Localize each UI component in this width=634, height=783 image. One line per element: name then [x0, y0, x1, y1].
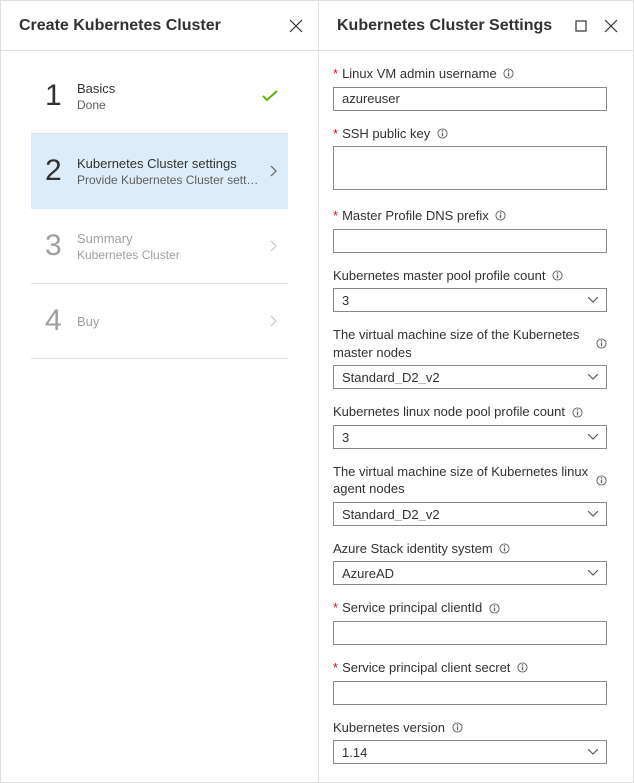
ssh-key-input[interactable] — [333, 146, 607, 190]
step-number: 4 — [45, 304, 77, 338]
settings-form: * Linux VM admin username * SSH public k… — [319, 51, 633, 778]
field-label: SSH public key — [342, 125, 430, 143]
info-icon[interactable] — [503, 68, 515, 80]
identity-select[interactable]: AzureAD — [333, 561, 607, 585]
info-icon[interactable] — [488, 602, 500, 614]
right-header-icons — [573, 18, 619, 34]
step-cluster-settings[interactable]: 2 Kubernetes Cluster settings Provide Ku… — [31, 134, 288, 209]
step-basics[interactable]: 1 Basics Done — [31, 59, 288, 134]
info-icon[interactable] — [436, 127, 448, 139]
k8s-version-select[interactable]: 1.14 — [333, 740, 607, 764]
info-icon[interactable] — [451, 721, 463, 733]
left-header-icons — [288, 18, 304, 34]
step-text: Kubernetes Cluster settings Provide Kube… — [77, 156, 260, 187]
field-label: The virtual machine size of the Kubernet… — [333, 326, 590, 361]
info-icon[interactable] — [596, 338, 607, 350]
step-title: Basics — [77, 81, 260, 96]
field-master-count: Kubernetes master pool profile count 3 — [333, 267, 607, 313]
required-marker: * — [333, 599, 338, 617]
step-number: 3 — [45, 229, 77, 263]
field-label: The virtual machine size of Kubernetes l… — [333, 463, 590, 498]
field-label: Kubernetes version — [333, 719, 445, 737]
step-number: 2 — [45, 154, 77, 188]
chevron-right-icon — [260, 240, 278, 252]
step-text: Buy — [77, 314, 260, 329]
sp-secret-input[interactable] — [333, 681, 607, 705]
field-label: Kubernetes master pool profile count — [333, 267, 545, 285]
chevron-right-icon — [260, 315, 278, 327]
master-size-select[interactable]: Standard_D2_v2 — [333, 365, 607, 389]
chevron-right-icon — [260, 165, 278, 177]
required-marker: * — [333, 659, 338, 677]
step-text: Summary Kubernetes Cluster — [77, 231, 260, 262]
field-label: Service principal clientId — [342, 599, 482, 617]
info-icon[interactable] — [571, 406, 583, 418]
field-k8s-version: Kubernetes version 1.14 — [333, 719, 607, 765]
field-label: Service principal client secret — [342, 659, 510, 677]
node-size-select[interactable]: Standard_D2_v2 — [333, 502, 607, 526]
wizard-steps-panel: Create Kubernetes Cluster 1 Basics Done … — [1, 1, 319, 782]
right-title: Kubernetes Cluster Settings — [337, 17, 552, 35]
step-title: Buy — [77, 314, 260, 329]
required-marker: * — [333, 207, 338, 225]
node-count-select[interactable]: 3 — [333, 425, 607, 449]
field-identity: Azure Stack identity system AzureAD — [333, 540, 607, 586]
step-subtitle: Done — [77, 98, 260, 112]
field-node-size: The virtual machine size of Kubernetes l… — [333, 463, 607, 526]
field-vm-admin: * Linux VM admin username — [333, 65, 607, 111]
step-number: 1 — [45, 79, 77, 113]
info-icon[interactable] — [596, 474, 607, 486]
info-icon[interactable] — [499, 543, 511, 555]
maximize-icon[interactable] — [573, 18, 589, 34]
step-summary[interactable]: 3 Summary Kubernetes Cluster — [31, 209, 288, 284]
step-subtitle: Provide Kubernetes Cluster settin... — [77, 173, 260, 187]
field-node-count: Kubernetes linux node pool profile count… — [333, 403, 607, 449]
info-icon[interactable] — [551, 269, 563, 281]
master-count-select[interactable]: 3 — [333, 288, 607, 312]
required-marker: * — [333, 125, 338, 143]
sp-clientid-input[interactable] — [333, 621, 607, 645]
field-label: Master Profile DNS prefix — [342, 207, 489, 225]
field-sp-clientid: * Service principal clientId — [333, 599, 607, 645]
right-header: Kubernetes Cluster Settings — [319, 1, 633, 51]
step-title: Summary — [77, 231, 260, 246]
field-label: Linux VM admin username — [342, 65, 497, 83]
check-icon — [260, 90, 278, 102]
field-dns-prefix: * Master Profile DNS prefix — [333, 207, 607, 253]
info-icon[interactable] — [495, 210, 507, 222]
close-icon[interactable] — [603, 18, 619, 34]
close-icon[interactable] — [288, 18, 304, 34]
step-title: Kubernetes Cluster settings — [77, 156, 260, 171]
left-title: Create Kubernetes Cluster — [19, 17, 221, 35]
info-icon[interactable] — [516, 662, 528, 674]
vm-admin-input[interactable] — [333, 87, 607, 111]
field-master-size: The virtual machine size of the Kubernet… — [333, 326, 607, 389]
step-buy[interactable]: 4 Buy — [31, 284, 288, 359]
left-header: Create Kubernetes Cluster — [1, 1, 318, 51]
step-text: Basics Done — [77, 81, 260, 112]
step-subtitle: Kubernetes Cluster — [77, 248, 260, 262]
field-label: Kubernetes linux node pool profile count — [333, 403, 565, 421]
field-label: Azure Stack identity system — [333, 540, 493, 558]
dns-prefix-input[interactable] — [333, 229, 607, 253]
required-marker: * — [333, 65, 338, 83]
field-sp-secret: * Service principal client secret — [333, 659, 607, 705]
steps-list: 1 Basics Done 2 Kubernetes Cluster setti… — [1, 51, 318, 367]
field-ssh-key: * SSH public key — [333, 125, 607, 194]
settings-panel: Kubernetes Cluster Settings * Linux VM a… — [319, 1, 633, 782]
